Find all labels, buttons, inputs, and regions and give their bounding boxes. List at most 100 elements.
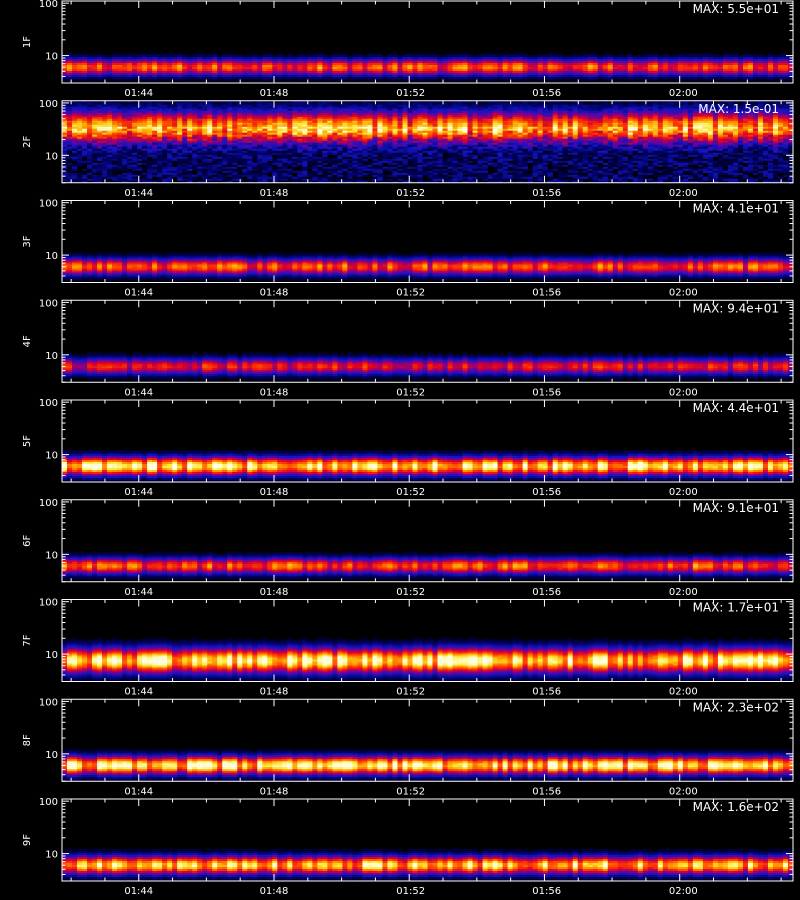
heatmap-cell [217, 138, 223, 141]
heatmap-cell [612, 130, 619, 133]
heatmap-cell [522, 112, 528, 115]
heatmap-cell [647, 136, 654, 139]
heatmap-cell [117, 112, 123, 115]
heatmap-cell [267, 104, 273, 107]
heatmap-cell [557, 114, 563, 117]
heatmap-cell [312, 57, 318, 60]
heatmap-cell [502, 132, 508, 135]
heatmap-cell [692, 67, 699, 70]
heatmap-cell [512, 79, 518, 82]
heatmap-cell [92, 69, 98, 72]
heatmap-cell [262, 55, 268, 58]
heatmap-cell [477, 63, 483, 66]
heatmap-cell [552, 134, 558, 137]
heatmap-cell [182, 55, 188, 58]
heatmap-cell [297, 75, 303, 78]
heatmap-cell [247, 112, 253, 115]
heatmap-cell [702, 122, 709, 125]
heatmap-cell [777, 65, 784, 68]
heatmap-cell [647, 61, 654, 64]
heatmap-cell [482, 77, 488, 80]
heatmap-cell [292, 69, 298, 72]
heatmap-cell [692, 126, 699, 129]
heatmap-cell [72, 57, 78, 60]
heatmap-cell [617, 77, 624, 80]
heatmap-cell [772, 124, 779, 127]
heatmap-cell [482, 104, 488, 107]
heatmap-cell [107, 126, 113, 129]
heatmap-cell [197, 67, 203, 70]
heatmap-cell [337, 69, 343, 72]
heatmap-cell [577, 128, 584, 131]
heatmap-cell [107, 61, 113, 64]
heatmap-cell [322, 134, 328, 137]
heatmap-cell [137, 132, 143, 135]
heatmap-cell [457, 132, 463, 135]
heatmap-cell [542, 59, 548, 62]
heatmap-cell [407, 116, 413, 119]
heatmap-cell [767, 136, 774, 139]
heatmap-cell [332, 116, 338, 119]
heatmap-cell [477, 130, 483, 133]
heatmap-cell [382, 59, 388, 62]
heatmap-cell [532, 128, 538, 131]
heatmap-cell [747, 55, 754, 58]
heatmap-cell [567, 104, 573, 107]
heatmap-cell [617, 116, 624, 119]
heatmap-cell [332, 102, 338, 105]
heatmap-cell [782, 136, 789, 139]
heatmap-cell [112, 102, 118, 105]
heatmap-cell [782, 104, 789, 107]
heatmap-cell [337, 122, 343, 125]
heatmap-cell [172, 73, 178, 76]
heatmap-cell [652, 126, 659, 129]
heatmap-cell [752, 118, 759, 121]
heatmap-cell [677, 116, 684, 119]
heatmap-cell [142, 79, 148, 82]
heatmap-cell [627, 114, 634, 117]
heatmap-cell [177, 104, 183, 107]
heatmap-cell [637, 122, 644, 125]
heatmap-cell [262, 122, 268, 125]
heatmap-cell [382, 130, 388, 133]
heatmap-cell [657, 71, 664, 74]
heatmap-cell [677, 114, 684, 117]
heatmap-cell [687, 67, 694, 70]
heatmap-cell [192, 106, 198, 109]
heatmap-cell [672, 130, 679, 133]
heatmap-cell [617, 71, 624, 74]
heatmap-cell [112, 112, 118, 115]
heatmap-cell [292, 79, 298, 82]
heatmap-cell [387, 110, 393, 113]
heatmap-cell [297, 124, 303, 127]
heatmap-cell [362, 136, 368, 139]
heatmap-cell [67, 122, 73, 125]
heatmap-cell [167, 71, 173, 74]
heatmap-cell [637, 120, 644, 123]
heatmap-cell [572, 63, 579, 66]
heatmap-cell [702, 136, 709, 139]
heatmap-cell [202, 136, 208, 139]
heatmap-cell [592, 73, 599, 76]
heatmap-cell [542, 138, 548, 141]
heatmap-cell [442, 110, 448, 113]
heatmap-cell [612, 104, 619, 107]
heatmap-cell [162, 104, 168, 107]
heatmap-cell [142, 126, 148, 129]
heatmap-cell [447, 132, 453, 135]
heatmap-cell [477, 110, 483, 113]
heatmap-cell [182, 120, 188, 123]
heatmap-cell [362, 102, 368, 105]
heatmap-cell [502, 102, 508, 105]
heatmap-cell [667, 110, 674, 113]
heatmap-cell [357, 57, 363, 60]
heatmap-cell [522, 118, 528, 121]
heatmap-cell [377, 53, 383, 56]
heatmap-cell [777, 118, 784, 121]
heatmap-cell [337, 134, 343, 137]
heatmap-cell [472, 120, 478, 123]
heatmap-cell [387, 134, 393, 137]
heatmap-cell [552, 55, 558, 58]
heatmap-cell [242, 104, 248, 107]
heatmap-cell [332, 130, 338, 133]
